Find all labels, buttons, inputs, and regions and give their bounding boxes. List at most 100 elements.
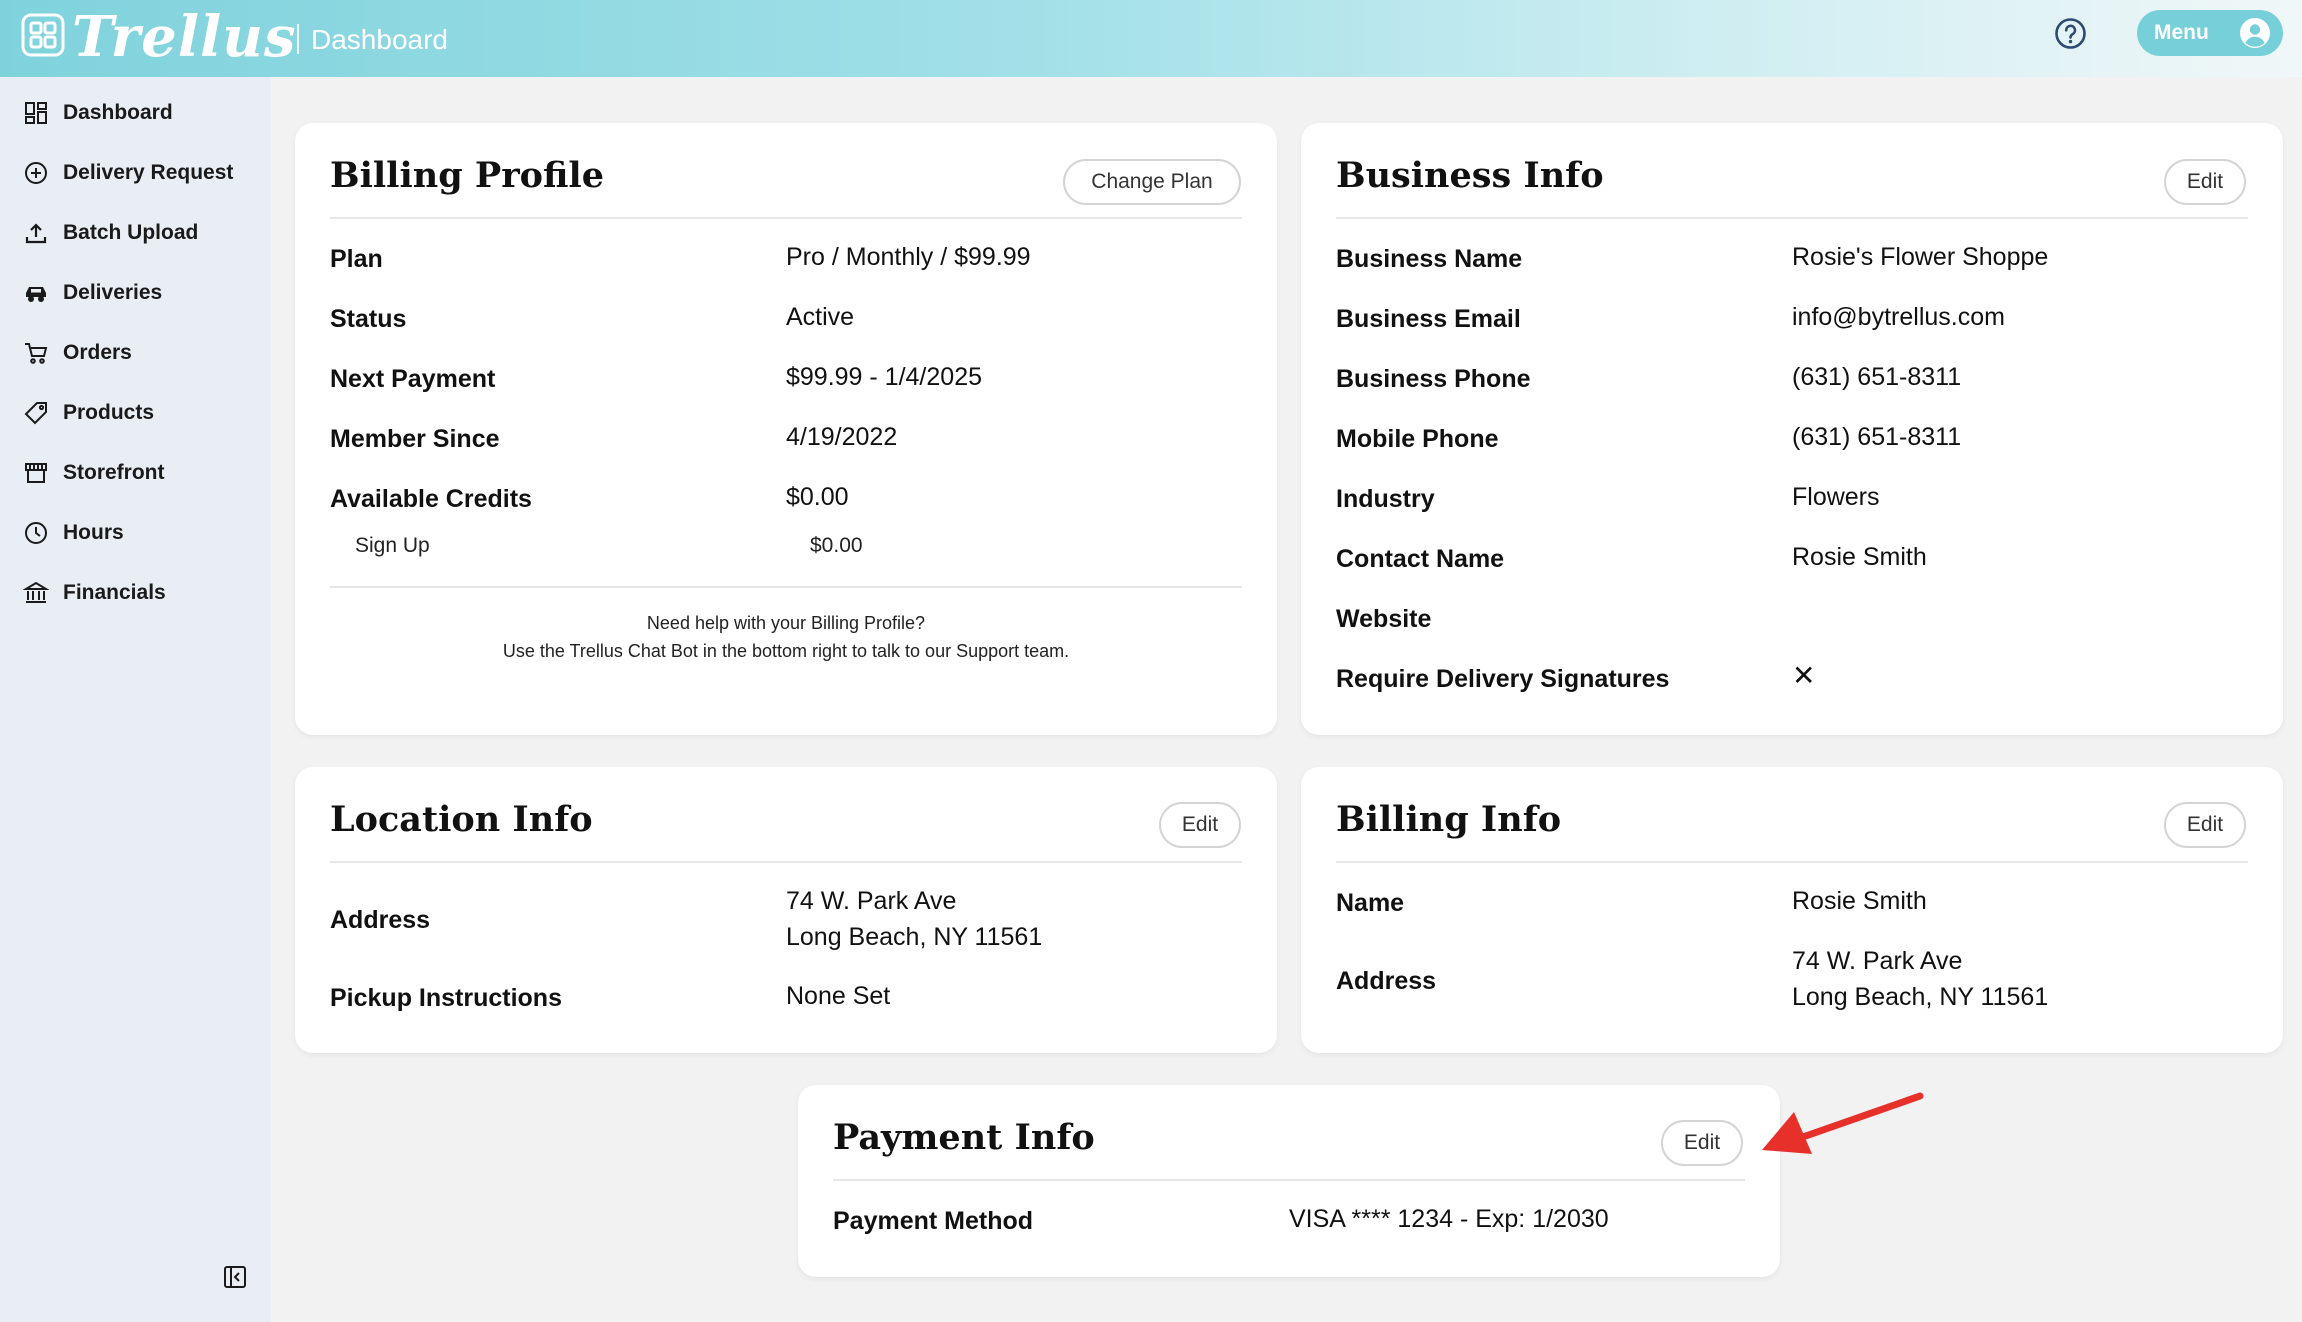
address-line-2: Long Beach, NY 11561 — [1792, 983, 2049, 1011]
sidebar: Dashboard Delivery Request Batch Upload … — [0, 77, 271, 1322]
sub-row-label: Sign Up — [355, 534, 430, 557]
divider — [330, 861, 1242, 863]
row-value: info@bytrellus.com — [1792, 303, 2005, 331]
card-title: Business Info — [1336, 155, 1604, 196]
user-avatar-icon — [2240, 18, 2270, 48]
trellus-logo-icon[interactable] — [20, 12, 66, 58]
help-icon[interactable] — [2054, 17, 2087, 50]
sidebar-item-batch-upload[interactable]: Batch Upload — [0, 208, 271, 258]
divider — [1336, 217, 2248, 219]
sidebar-item-storefront[interactable]: Storefront — [0, 448, 271, 498]
sidebar-item-label: Products — [63, 401, 155, 424]
row-label: Website — [1336, 605, 1432, 633]
sidebar-item-label: Deliveries — [63, 281, 163, 304]
payment-info-card: Payment Info Edit Payment Method VISA **… — [798, 1085, 1780, 1277]
row-value: $0.00 — [786, 483, 849, 511]
row-label: Address — [330, 906, 431, 934]
help-text: Need help with your Billing Profile? — [646, 613, 926, 633]
edit-payment-info-button[interactable]: Edit — [1661, 1120, 1743, 1166]
card-title: Location Info — [330, 799, 593, 840]
billing-info-card: Billing Info Edit Name Rosie Smith Addre… — [1301, 767, 2283, 1053]
row-value: VISA **** 1234 - Exp: 1/2030 — [1289, 1205, 1609, 1233]
sidebar-item-label: Orders — [63, 341, 132, 364]
card-title: Payment Info — [833, 1117, 1095, 1158]
clock-icon — [25, 522, 47, 544]
row-label: Address — [1336, 967, 1437, 995]
divider — [833, 1179, 1745, 1181]
row-label: Contact Name — [1336, 545, 1505, 573]
row-value: $99.99 - 1/4/2025 — [786, 363, 982, 391]
edit-location-info-button[interactable]: Edit — [1159, 802, 1241, 848]
row-label: Plan — [330, 245, 383, 273]
page-title: Dashboard — [311, 24, 448, 55]
help-text: Use the Trellus Chat Bot in the bottom r… — [502, 641, 1070, 661]
card-title: Billing Profile — [330, 155, 604, 196]
sidebar-item-label: Storefront — [63, 461, 165, 484]
address-line-2: Long Beach, NY 11561 — [786, 923, 1043, 951]
car-icon — [26, 287, 46, 302]
row-label: Next Payment — [330, 365, 496, 393]
row-value: None Set — [786, 982, 891, 1010]
sidebar-item-delivery-request[interactable]: Delivery Request — [0, 148, 271, 198]
sidebar-item-label: Delivery Request — [63, 161, 234, 184]
sidebar-item-label: Financials — [63, 581, 166, 604]
row-value: 4/19/2022 — [786, 423, 898, 451]
sidebar-item-label: Batch Upload — [63, 221, 199, 244]
sidebar-item-dashboard[interactable]: Dashboard — [0, 88, 271, 138]
location-info-card: Location Info Edit Address 74 W. Park Av… — [295, 767, 1277, 1053]
collapse-sidebar-icon[interactable] — [223, 1265, 247, 1289]
upload-icon — [25, 223, 47, 244]
row-label: Industry — [1336, 485, 1435, 513]
business-info-card: Business Info Edit Business Name Rosie's… — [1301, 123, 2283, 735]
divider — [330, 217, 1242, 219]
edit-business-info-button[interactable]: Edit — [2164, 159, 2246, 205]
top-bar: Trellus Dashboard Menu — [0, 0, 2302, 77]
row-label: Available Credits — [330, 485, 532, 513]
row-label: Require Delivery Signatures — [1336, 665, 1670, 693]
row-label: Business Name — [1336, 245, 1523, 273]
annotation-arrow — [1762, 1092, 1924, 1154]
menu-button-label: Menu — [2154, 21, 2209, 44]
sidebar-item-orders[interactable]: Orders — [0, 328, 271, 378]
sidebar-item-hours[interactable]: Hours — [0, 508, 271, 558]
sidebar-item-label: Hours — [63, 521, 124, 544]
row-value: (631) 651-8311 — [1792, 423, 1962, 451]
signature-not-required-icon: ✕ — [1792, 660, 1816, 691]
row-value: Rosie Smith — [1792, 887, 1927, 915]
row-value: Rosie Smith — [1792, 543, 1927, 571]
sidebar-item-deliveries[interactable]: Deliveries — [0, 268, 271, 318]
row-value: (631) 651-8311 — [1792, 363, 1962, 391]
sidebar-item-products[interactable]: Products — [0, 388, 271, 438]
address-line-1: 74 W. Park Ave — [1792, 947, 1963, 975]
row-label: Status — [330, 305, 407, 333]
brand-name[interactable]: Trellus — [72, 4, 297, 70]
cart-icon — [25, 343, 48, 364]
row-value: Rosie's Flower Shoppe — [1792, 243, 2049, 271]
divider — [330, 586, 1242, 588]
dashboard-icon — [25, 102, 47, 124]
row-label: Business Email — [1336, 305, 1521, 333]
row-label: Business Phone — [1336, 365, 1531, 393]
change-plan-button[interactable]: Change Plan — [1063, 159, 1241, 205]
row-label: Member Since — [330, 425, 500, 453]
billing-profile-card: Billing Profile Change Plan Plan Pro / M… — [295, 123, 1277, 735]
menu-button[interactable]: Menu — [2137, 10, 2283, 56]
storefront-icon — [25, 463, 47, 483]
row-value: Active — [786, 303, 855, 331]
plus-circle-icon — [25, 162, 47, 184]
row-value: Pro / Monthly / $99.99 — [786, 243, 1031, 271]
card-title: Billing Info — [1336, 799, 1562, 840]
sidebar-item-label: Dashboard — [63, 101, 173, 124]
row-label: Mobile Phone — [1336, 425, 1499, 453]
sub-row-value: $0.00 — [810, 534, 863, 557]
brand-divider — [297, 24, 299, 54]
sidebar-item-financials[interactable]: Financials — [0, 568, 271, 618]
row-label: Name — [1336, 889, 1405, 917]
tag-icon — [24, 402, 47, 425]
row-value: Flowers — [1792, 483, 1880, 511]
divider — [1336, 861, 2248, 863]
row-label: Payment Method — [833, 1207, 1034, 1235]
address-line-1: 74 W. Park Ave — [786, 887, 957, 915]
row-label: Pickup Instructions — [330, 984, 562, 1012]
edit-billing-info-button[interactable]: Edit — [2164, 802, 2246, 848]
